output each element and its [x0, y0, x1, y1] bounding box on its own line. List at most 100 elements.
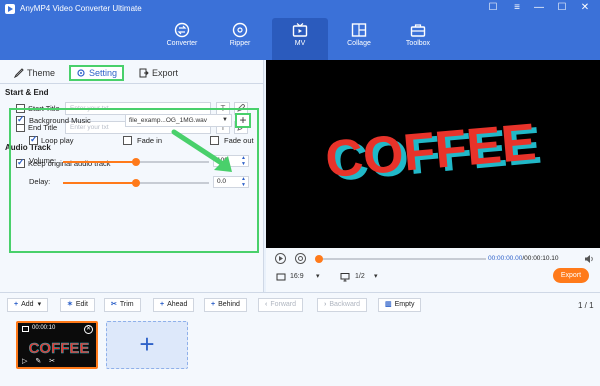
add-button[interactable]: + Add ▾: [7, 298, 49, 312]
page-count: 1 / 1: [578, 301, 594, 310]
playback-progress[interactable]: [315, 255, 486, 263]
add-label: Add: [21, 301, 34, 308]
timeline-clip[interactable]: 00:00:10 ✕ COFFEE ▷ ✎ ✂: [16, 321, 98, 369]
edit-label: Edit: [75, 301, 88, 308]
tab-ripper[interactable]: Ripper: [212, 18, 268, 60]
empty-label: Empty: [394, 301, 415, 308]
volume-value: 100: [217, 157, 228, 164]
chevron-down-icon: ▾: [37, 301, 42, 308]
collage-icon: [351, 23, 367, 37]
tab-converter[interactable]: Converter: [154, 18, 210, 60]
play-button[interactable]: [275, 253, 286, 264]
maximize-icon[interactable]: ☐: [555, 2, 569, 13]
feedback-icon[interactable]: ☐: [486, 2, 500, 13]
backward-button[interactable]: › Backward: [317, 298, 368, 312]
subtab-divider: [0, 83, 264, 84]
volume-slider[interactable]: [63, 158, 209, 166]
behind-button[interactable]: + Behind: [204, 298, 247, 312]
tab-toolbox[interactable]: Toolbox: [390, 18, 446, 60]
fade-out-label: Fade out: [224, 136, 254, 145]
playback-handle[interactable]: [315, 255, 323, 263]
video-preview: COFFEE COFFEE: [266, 60, 600, 248]
player-controls: 00:00:00.00/00:00:10.10 16:9 ▾ 1/2 ▾ Exp…: [266, 248, 600, 292]
tab-collage[interactable]: Collage: [331, 18, 387, 60]
tab-mv[interactable]: MV: [272, 18, 328, 60]
add-music-button[interactable]: +: [235, 113, 251, 128]
add-clip-button[interactable]: +: [106, 321, 188, 369]
wand-icon: ✶: [67, 301, 73, 308]
background-music-label: Background Music: [29, 116, 91, 125]
aspect-ratio-value[interactable]: 16:9: [290, 273, 304, 280]
tab-collage-label: Collage: [347, 40, 371, 47]
delay-stepper-icon[interactable]: ▲ ▼: [241, 176, 246, 188]
ahead-button[interactable]: + Ahead: [153, 298, 195, 312]
scissors-icon: ✂: [111, 301, 117, 308]
minimize-icon[interactable]: —: [532, 2, 546, 13]
trim-label: Trim: [119, 301, 134, 308]
volume-stepper-icon[interactable]: ▲ ▼: [241, 155, 246, 167]
behind-label: Behind: [218, 301, 240, 308]
screen-dropdown-icon[interactable]: ▾: [374, 272, 378, 280]
loop-play-checkbox[interactable]: [29, 134, 38, 145]
delay-label: Delay:: [29, 177, 51, 186]
chevron-right-icon: ›: [324, 301, 327, 308]
plus-icon: +: [160, 301, 165, 308]
subtab-export[interactable]: Export: [139, 65, 178, 81]
playback-time: 00:00:00.00/00:00:10.10: [488, 255, 559, 262]
delay-slider-handle[interactable]: [132, 179, 140, 187]
tab-toolbox-label: Toolbox: [405, 40, 431, 47]
aspect-dropdown-icon[interactable]: ▾: [316, 272, 320, 280]
volume-input[interactable]: 100 ▲ ▼: [213, 155, 249, 167]
fade-in-label: Fade in: [137, 136, 163, 145]
subtab-export-label: Export: [152, 68, 179, 78]
music-file-name: file_examp...OG_1MG.wav: [129, 117, 208, 124]
music-file-select[interactable]: file_examp...OG_1MG.wav ▼: [125, 114, 232, 127]
ahead-label: Ahead: [167, 301, 188, 308]
converter-icon: [174, 22, 190, 38]
export-icon: [139, 68, 149, 78]
clip-thumbnail: COFFEE: [28, 340, 90, 357]
stop-icon: [298, 256, 303, 261]
forward-label: Forward: [270, 301, 297, 308]
background-music-group: Background Music file_examp...OG_1MG.wav…: [9, 108, 259, 253]
play-icon: [279, 256, 283, 261]
empty-button[interactable]: ▥ Empty: [378, 298, 422, 312]
subtab-setting-label: Setting: [89, 68, 118, 78]
subtab-setting[interactable]: Setting: [69, 65, 125, 81]
clip-duration: 00:00:10: [32, 325, 56, 331]
plus-icon: +: [14, 301, 19, 308]
volume-icon[interactable]: [584, 254, 594, 264]
forward-button[interactable]: ‹ Forward: [258, 298, 304, 312]
background-music-checkbox[interactable]: [16, 114, 25, 125]
tab-mv-label: MV: [294, 40, 306, 47]
subtab-theme[interactable]: Theme: [13, 65, 56, 81]
loop-play-label: Loop play: [41, 136, 74, 145]
volume-slider-handle[interactable]: [132, 158, 140, 166]
timeline-toolbar: + Add ▾ ✶ Edit ✂ Trim + Ahead + Behind ‹ Forwar…: [0, 293, 600, 386]
clip-remove-icon[interactable]: ✕: [84, 325, 93, 334]
fade-in-checkbox[interactable]: [123, 136, 132, 145]
film-icon: [22, 326, 29, 332]
clip-controls-icon[interactable]: ▷ ✎ ✂: [22, 357, 58, 365]
clip-thumbnail-text: COFFEE: [29, 340, 90, 357]
export-button[interactable]: Export: [553, 268, 589, 283]
trim-button[interactable]: ✂ Trim: [104, 298, 141, 312]
edit-button[interactable]: ✶ Edit: [60, 298, 95, 312]
gear-icon: [77, 69, 85, 77]
plus-icon: +: [211, 301, 216, 308]
chevron-down-icon: ▼: [222, 117, 228, 123]
app-title: AnyMP4 Video Converter Ultimate: [20, 4, 142, 13]
fade-out-checkbox[interactable]: [210, 136, 219, 145]
subtab-theme-label: Theme: [27, 68, 56, 78]
monitor-icon: [340, 273, 350, 282]
delay-slider[interactable]: [63, 179, 209, 187]
delay-input[interactable]: 0.0 ▲ ▼: [213, 176, 249, 188]
app-logo-icon: [5, 4, 15, 14]
volume-slider-fill: [63, 161, 136, 163]
stop-button[interactable]: [295, 253, 306, 264]
theme-icon: [13, 68, 24, 79]
screen-value[interactable]: 1/2: [355, 273, 365, 280]
close-icon[interactable]: ✕: [578, 2, 592, 13]
current-time: 00:00:00.00: [488, 255, 523, 262]
menu-icon[interactable]: ≡: [510, 2, 524, 13]
